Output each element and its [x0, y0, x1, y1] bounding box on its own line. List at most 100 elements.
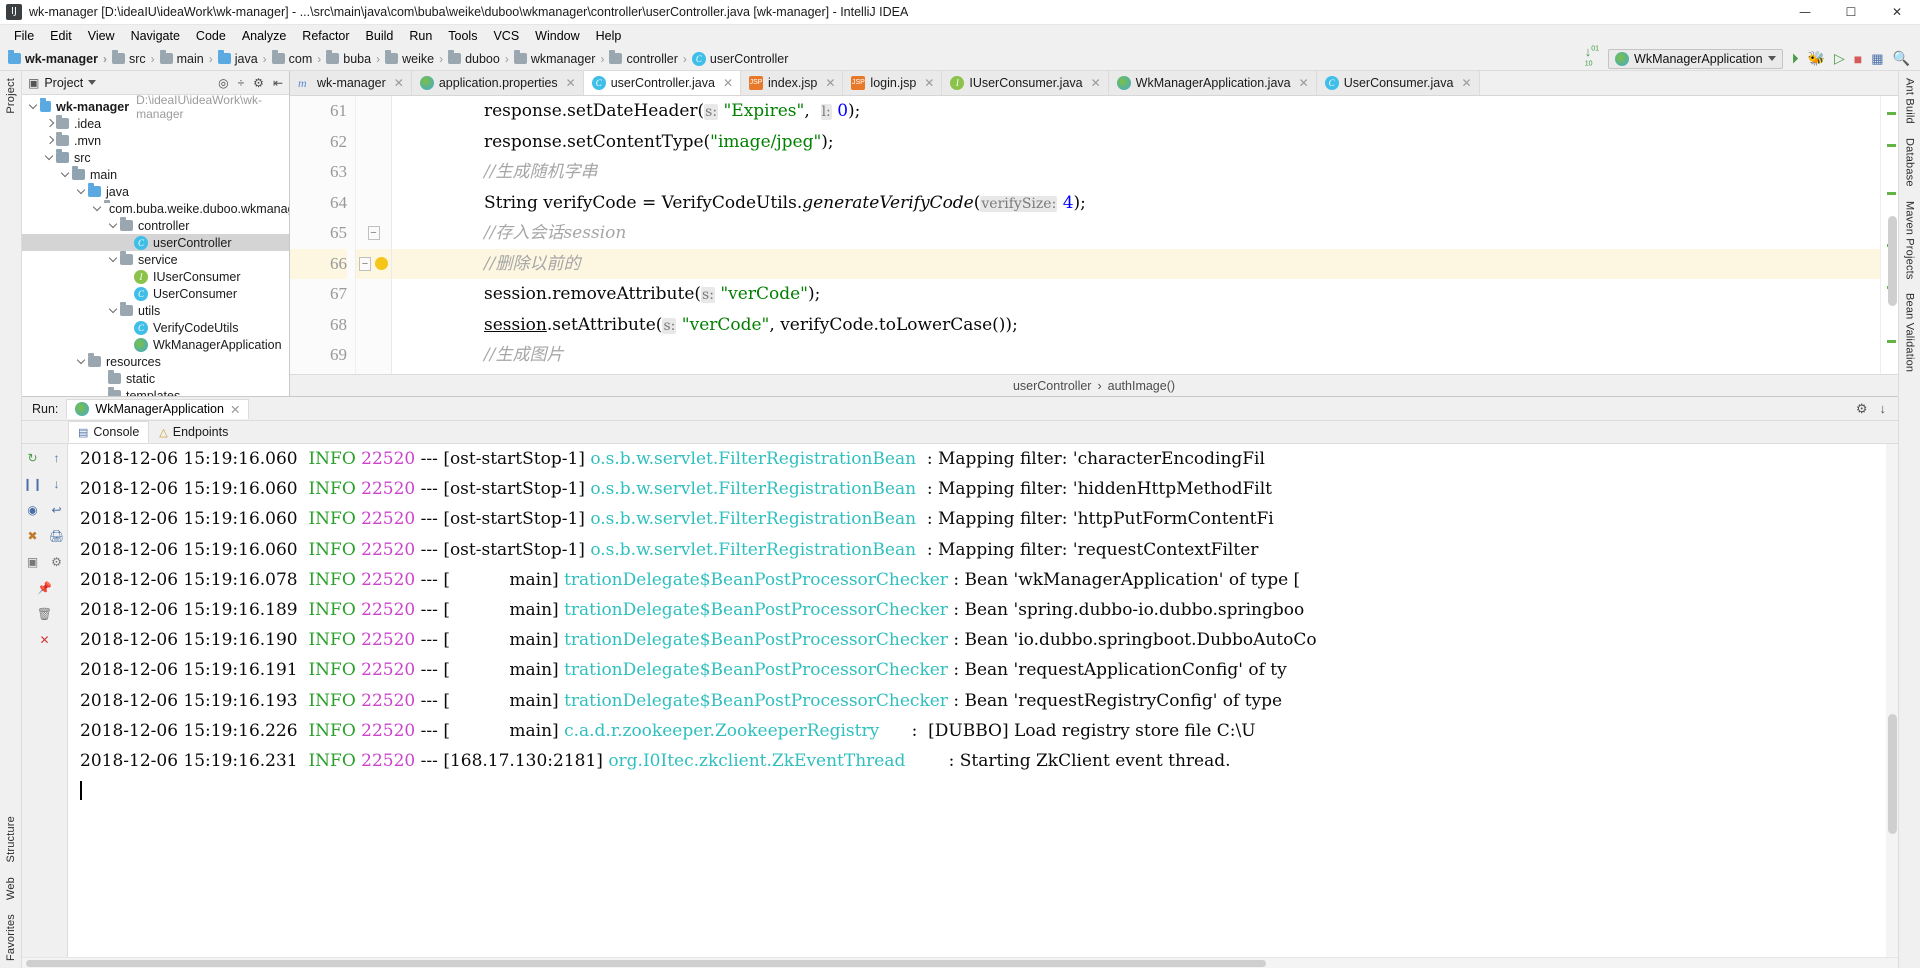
maximize-button[interactable]: ☐ — [1828, 0, 1874, 25]
code-line-63[interactable]: //生成随机字串 — [392, 157, 1880, 188]
close-button[interactable]: ✕ — [1874, 0, 1920, 25]
update-project-icon[interactable]: ↓01 10 — [1585, 44, 1599, 74]
tree-node-userController[interactable]: C userController — [22, 234, 289, 251]
menu-analyze[interactable]: Analyze — [234, 27, 294, 45]
close-icon[interactable]: ✕ — [825, 76, 835, 90]
code-line-67[interactable]: session.removeAttribute(s: "verCode"); — [392, 279, 1880, 310]
minimize-button[interactable]: — — [1782, 0, 1828, 25]
menu-refactor[interactable]: Refactor — [294, 27, 357, 45]
close-icon[interactable]: ✕ — [1091, 76, 1101, 90]
camera-icon[interactable]: ◉ — [25, 502, 41, 518]
close-icon[interactable]: ✕ — [394, 76, 404, 90]
run-subtab-endpoints[interactable]: △ Endpoints — [149, 421, 238, 443]
menu-file[interactable]: File — [6, 27, 42, 45]
chevron-down-icon[interactable] — [76, 356, 88, 368]
tree-node-wk-manager[interactable]: wk-manager D:\ideaIU\ideaWork\wk-manager — [22, 95, 289, 121]
code-editor[interactable]: 61 62 63 64 65 66 67 68 69 70 — [290, 96, 1898, 374]
chevron-right-icon[interactable] — [44, 118, 56, 130]
gear-icon[interactable]: ⚙ — [253, 76, 264, 90]
scroll-up-icon[interactable]: ↑ — [49, 450, 65, 466]
editor-tab-index-jsp[interactable]: JSP index.jsp ✕ — [741, 71, 844, 95]
editor-tab-WkManagerApplication-java[interactable]: WkManagerApplication.java ✕ — [1108, 71, 1317, 95]
menu-window[interactable]: Window — [527, 27, 587, 45]
tree-node-VerifyCodeUtils[interactable]: C VerifyCodeUtils — [22, 319, 289, 336]
tool-window-bean-validation[interactable]: Bean Validation — [1902, 286, 1918, 379]
close-icon[interactable]: ✕ — [924, 76, 934, 90]
breadcrumb-item-com[interactable]: com › — [271, 50, 327, 66]
hide-icon[interactable]: ⇤ — [273, 76, 283, 90]
run-configuration-selector[interactable]: WkManagerApplication — [1608, 48, 1783, 69]
editor-vertical-scrollbar[interactable] — [1888, 96, 1898, 374]
editor-tab-UserConsumer-java[interactable]: C UserConsumer.java ✕ — [1316, 71, 1480, 95]
editor-tab-application-properties[interactable]: application.properties ✕ — [411, 71, 584, 95]
tree-node-mvn[interactable]: .mvn — [22, 132, 289, 149]
debug-icon[interactable]: 🐝 — [1808, 50, 1825, 67]
chevron-down-icon[interactable] — [108, 254, 120, 266]
menu-vcs[interactable]: VCS — [485, 27, 527, 45]
pin-icon[interactable]: 📌 — [37, 580, 53, 596]
breadcrumb-method[interactable]: authImage() — [1108, 379, 1175, 393]
breadcrumb-item-src[interactable]: src › — [111, 50, 160, 66]
trash-icon[interactable]: 🗑 — [37, 606, 53, 622]
breadcrumb-item-wkmanager[interactable]: wkmanager › — [513, 50, 610, 66]
code-line-70[interactable]: int w = 100, h = 30; — [392, 371, 1880, 375]
code-line-64[interactable]: String verifyCode = VerifyCodeUtils.gene… — [392, 188, 1880, 219]
run-coverage-icon[interactable]: ▷ — [1834, 50, 1845, 67]
tree-node-controller[interactable]: controller — [22, 217, 289, 234]
breadcrumb-item-duboo[interactable]: duboo › — [448, 50, 514, 66]
chevron-down-icon[interactable] — [44, 152, 56, 164]
hide-icon[interactable]: ↓ — [1880, 401, 1887, 416]
code-line-66[interactable]: //删除以前的 — [392, 248, 1880, 279]
editor-tab-userController-java[interactable]: C userController.java ✕ — [583, 71, 742, 95]
code-line-62[interactable]: response.setContentType("image/jpeg"); — [392, 127, 1880, 158]
close-icon[interactable]: ✕ — [1461, 76, 1471, 90]
breadcrumb-item-buba[interactable]: buba › — [326, 50, 385, 66]
settings-icon[interactable]: ⚙ — [49, 554, 65, 570]
tree-node-src[interactable]: src — [22, 149, 289, 166]
editor-tab-IUserConsumer-java[interactable]: I IUserConsumer.java ✕ — [942, 71, 1109, 95]
intention-bulb-icon[interactable] — [375, 257, 388, 271]
tool-window-ant-build[interactable]: Ant Build — [1902, 71, 1918, 131]
close-icon[interactable]: ✕ — [230, 402, 240, 417]
chevron-down-icon[interactable] — [28, 101, 40, 113]
menu-view[interactable]: View — [80, 27, 123, 45]
tree-node-utils[interactable]: utils — [22, 302, 289, 319]
menu-navigate[interactable]: Navigate — [123, 27, 188, 45]
run-subtab-console[interactable]: ▤ Console — [68, 421, 150, 443]
code-text-area[interactable]: response.setDateHeader(s: "Expires", l: … — [392, 96, 1880, 374]
tool-window-maven-projects[interactable]: Maven Projects — [1902, 194, 1918, 287]
search-everywhere-icon[interactable]: 🔍 — [1893, 50, 1910, 67]
code-line-68[interactable]: session.setAttribute(s: "verCode", verif… — [392, 310, 1880, 341]
run-tab-WkManagerApplication[interactable]: WkManagerApplication ✕ — [66, 398, 250, 419]
close-icon[interactable]: ✕ — [37, 632, 53, 648]
tool-window-web[interactable]: Web — [3, 870, 19, 907]
chevron-down-icon[interactable] — [92, 203, 104, 215]
tree-node-main[interactable]: main — [22, 166, 289, 183]
console-output[interactable]: 2018-12-06 15:19:16.060 INFO 22520 --- [… — [68, 444, 1898, 957]
close-icon[interactable]: ✕ — [1299, 76, 1309, 90]
layout-icon[interactable]: ▦ — [1871, 51, 1883, 67]
scroll-down-icon[interactable]: ↓ — [49, 476, 65, 492]
tree-node-UserConsumer[interactable]: C UserConsumer — [22, 285, 289, 302]
clear-all-icon[interactable]: ✖ — [25, 528, 41, 544]
close-icon[interactable]: ✕ — [566, 76, 576, 90]
menu-help[interactable]: Help — [588, 27, 630, 45]
tool-window-structure[interactable]: Structure — [3, 809, 19, 869]
breadcrumb-item-wk-manager[interactable]: wk-manager › — [8, 50, 112, 66]
chevron-down-icon[interactable] — [76, 186, 88, 198]
menu-build[interactable]: Build — [358, 27, 402, 45]
fold-marker-icon[interactable]: − — [367, 226, 380, 241]
chevron-down-icon[interactable] — [88, 80, 97, 85]
menu-edit[interactable]: Edit — [42, 27, 80, 45]
breadcrumb-item-controller[interactable]: controller › — [609, 50, 691, 66]
tool-window-favorites[interactable]: Favorites — [3, 907, 19, 968]
tree-node-service[interactable]: service — [22, 251, 289, 268]
console-horizontal-scrollbar[interactable] — [22, 957, 1898, 968]
code-line-69[interactable]: //生成图片 — [392, 340, 1880, 371]
menu-run[interactable]: Run — [401, 27, 440, 45]
tree-node-package-root[interactable]: com.buba.weike.duboo.wkmanager — [22, 200, 289, 217]
editor-tab-wk-manager[interactable]: m wk-manager ✕ — [290, 71, 412, 95]
locate-file-icon[interactable]: ◎ — [218, 76, 228, 90]
chevron-down-icon[interactable] — [108, 220, 120, 232]
tool-window-project[interactable]: Project — [3, 71, 19, 121]
